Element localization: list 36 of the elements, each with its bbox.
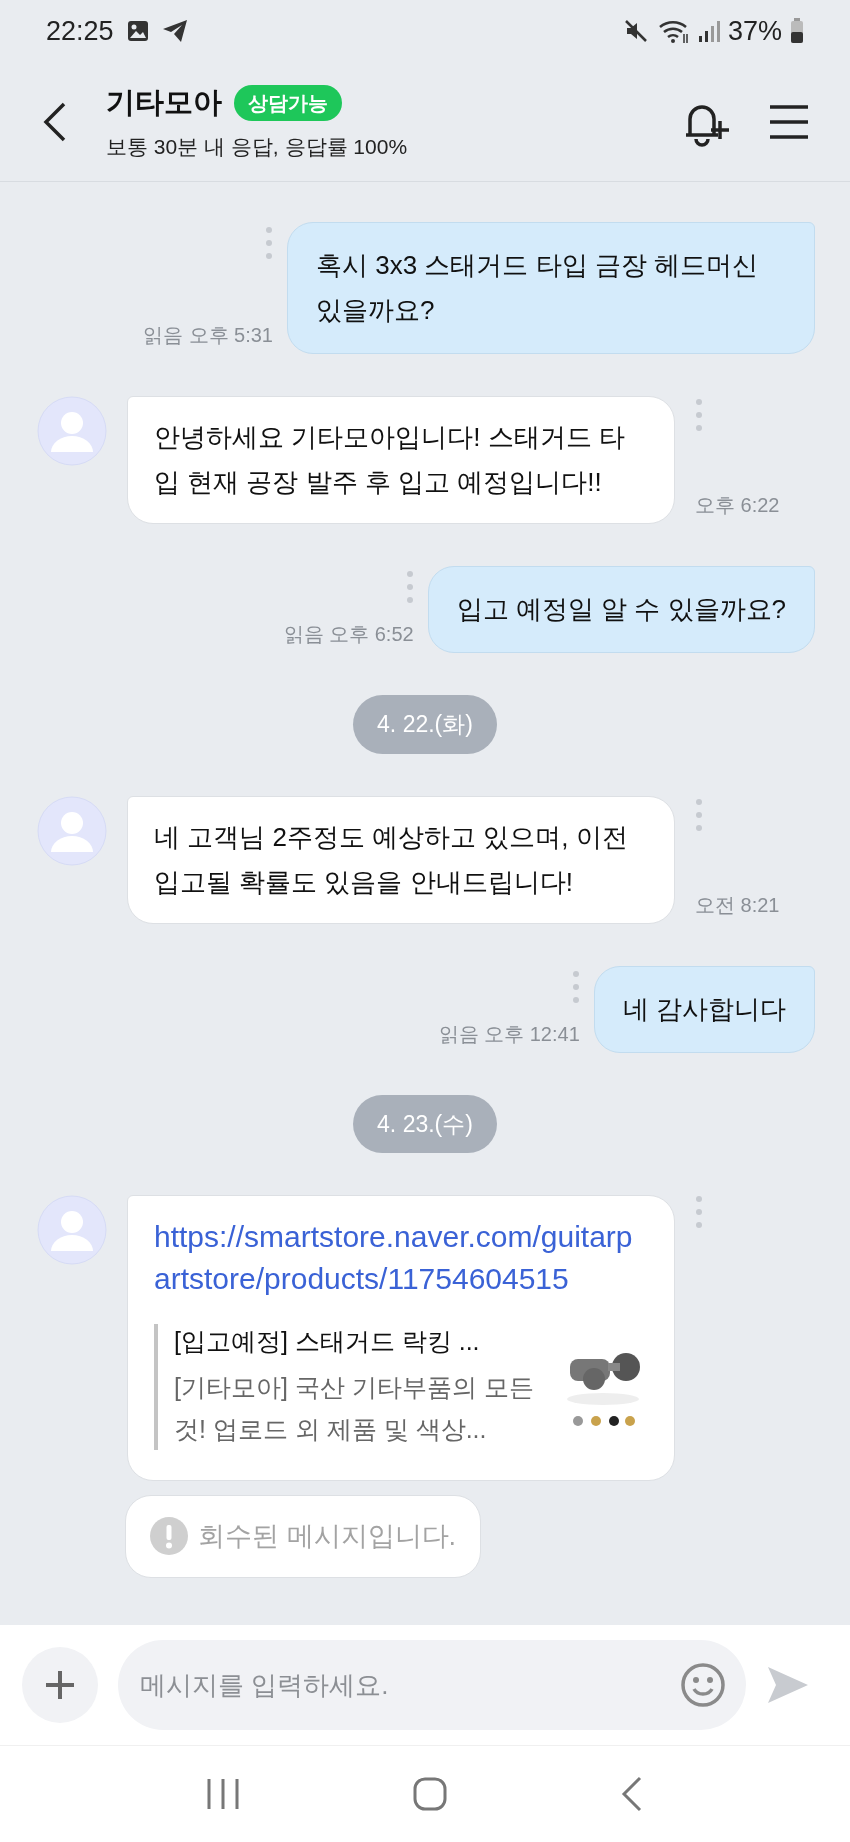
- message-input[interactable]: 메시지를 입력하세요.: [118, 1640, 746, 1730]
- sent-message-bubble: 입고 예정일 알 수 있을까요?: [427, 566, 815, 653]
- status-time: 22:25: [46, 14, 114, 48]
- message-link[interactable]: https://smartstore.naver.com/guitarpartstore/products/11754604515: [154, 1216, 648, 1300]
- message-time: 읽음 오후 5:31: [142, 323, 273, 348]
- avatar-icon: [37, 1195, 107, 1265]
- recent-apps-icon[interactable]: [206, 1777, 240, 1811]
- avatar-icon: [37, 396, 107, 466]
- chat-title: 기타모아: [106, 85, 222, 120]
- wifi-icon: [657, 18, 690, 44]
- send-icon[interactable]: [766, 1665, 810, 1705]
- back-navigation-icon[interactable]: [620, 1775, 644, 1813]
- recalled-notice: 회수된 메시지입니다.: [198, 1520, 456, 1553]
- exclamation-icon: [150, 1517, 188, 1556]
- avatar-icon: [37, 795, 107, 866]
- menu-icon[interactable]: [768, 103, 810, 140]
- battery-icon: [790, 18, 804, 44]
- message-time: 읽음 오후 6:52: [283, 622, 414, 647]
- sent-message-bubble: 네 감사합니다: [593, 965, 815, 1053]
- link-preview-title: [입고예정] 스태거드 락킹 ...: [174, 1326, 481, 1357]
- status-badge: 상담가능: [234, 84, 342, 121]
- received-message-bubble: 네 고객님 2주정도 예상하고 있으며, 이전 입고될 확률도 있음을 안내드립니다!: [127, 795, 675, 924]
- home-icon[interactable]: [412, 1776, 448, 1812]
- received-message-bubble: 안녕하세요 기타모아입니다! 스태거드 타입 현재 공장 발주 후 입고 예정입니다!!: [127, 396, 675, 524]
- paper-plane-icon: [161, 19, 188, 43]
- plus-icon: [43, 1668, 77, 1702]
- response-info: 보통 30분 내 응답, 응답률 100%: [106, 133, 409, 160]
- emoji-icon[interactable]: [680, 1662, 726, 1708]
- signal-icon: [697, 19, 720, 43]
- message-time: 오전 8:21: [695, 892, 780, 918]
- battery-percentage: 37%: [727, 14, 782, 48]
- message-time: 읽음 오후 12:41: [438, 1021, 580, 1047]
- link-preview-description: [기타모아] 국산 기타부품의 모든 것! 업로드 외 제품 및 색상...: [174, 1372, 535, 1445]
- sent-message-bubble: 혹시 3x3 스태거드 타입 금장 헤드머신 있을까요?: [287, 222, 815, 354]
- image-icon: [125, 19, 150, 43]
- message-time: 오후 6:22: [695, 493, 780, 518]
